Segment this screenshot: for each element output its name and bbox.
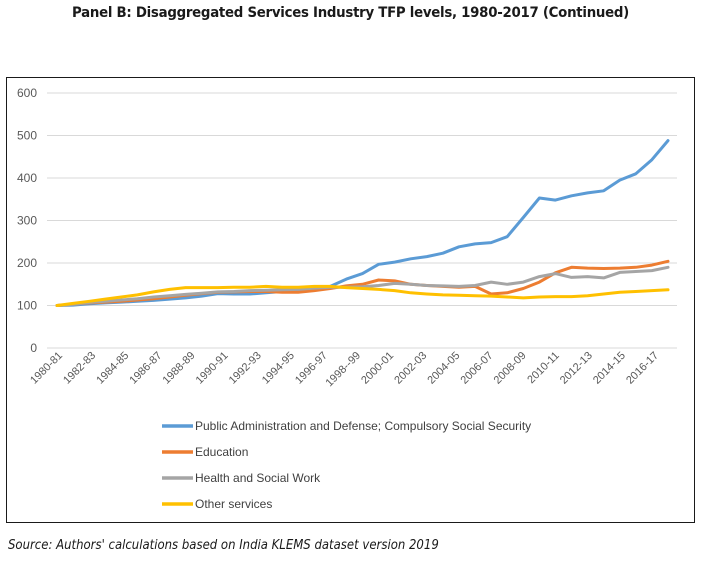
legend-label: Other services	[195, 497, 272, 511]
legend-label: Public Administration and Defense; Compu…	[195, 419, 531, 433]
y-tick-label: 200	[17, 256, 37, 270]
y-tick-label: 400	[17, 171, 37, 185]
x-tick-label: 2006-07	[459, 350, 496, 387]
x-tick-label: 2016-17	[624, 350, 661, 387]
x-tick-label: 1982-83	[61, 350, 98, 387]
y-tick-label: 300	[17, 214, 37, 228]
x-tick-label: 1988-89	[161, 350, 198, 387]
x-tick-label: 2000-01	[359, 350, 396, 387]
x-tick-label: 2012-13	[558, 350, 595, 387]
y-axis-ticks: 0 100 200 300 400 500 600	[17, 86, 37, 355]
x-axis-ticks: 1980-811982-831984-851986-871988-891990-…	[28, 350, 661, 390]
legend: Public Administration and Defense; Compu…	[162, 419, 531, 511]
x-tick-label: 1994-95	[260, 350, 297, 387]
series-line-3	[55, 284, 670, 307]
series-line-0	[55, 139, 670, 307]
y-tick-label: 100	[17, 299, 37, 313]
series-lines	[55, 139, 670, 307]
source-note: Source: Authors' calculations based on I…	[8, 538, 439, 553]
gridlines	[47, 92, 677, 349]
legend-label: Education	[195, 445, 248, 459]
x-tick-label: 2004-05	[425, 350, 462, 387]
x-tick-label: 1986-87	[127, 350, 164, 387]
y-tick-label: 600	[17, 86, 37, 100]
x-tick-label: 1984-85	[94, 350, 131, 387]
x-tick-label: 1990-91	[194, 350, 231, 387]
x-tick-label: 1998--99	[323, 350, 363, 390]
x-tick-label: 1992-93	[227, 350, 264, 387]
x-tick-label: 2008-09	[492, 350, 529, 387]
x-tick-label: 2010-11	[525, 350, 561, 386]
x-tick-label: 1980-81	[28, 350, 65, 387]
legend-label: Health and Social Work	[195, 471, 321, 485]
line-chart: 0 100 200 300 400 500 600 1980-811982-831984-8…	[17, 86, 677, 511]
y-tick-label: 0	[30, 341, 37, 355]
x-tick-label: 2002-03	[392, 350, 429, 387]
x-tick-label: 2014-15	[591, 350, 628, 387]
y-tick-label: 500	[17, 129, 37, 143]
